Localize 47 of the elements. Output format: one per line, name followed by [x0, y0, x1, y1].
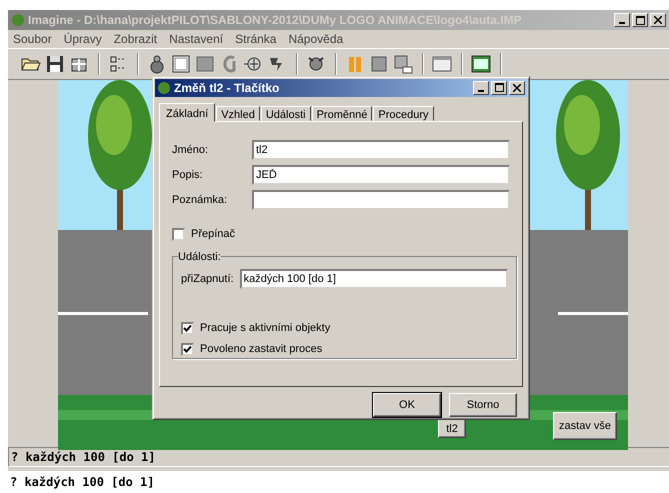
close-button[interactable] — [650, 13, 666, 27]
checkbox-label: Přepínač — [191, 228, 236, 240]
tab[interactable]: Základní — [159, 102, 216, 122]
group-title: Události: — [178, 250, 221, 263]
field-label: Poznámka: — [172, 194, 228, 206]
app-icon — [11, 13, 25, 27]
field-label: přiZapnutí: — [181, 272, 234, 285]
field-label: Popis: — [172, 168, 204, 181]
checkbox[interactable] — [181, 342, 194, 356]
maximize-icon — [494, 83, 504, 92]
tab[interactable]: Procedury — [373, 106, 434, 121]
checkbox-label: Pracuje s aktivními objekty — [200, 322, 330, 334]
menu-item[interactable]: Zobrazit — [114, 32, 158, 46]
maximize-icon — [636, 16, 644, 24]
canvas-button[interactable]: zastav vše — [553, 412, 617, 440]
menu-item[interactable]: Úpravy — [64, 32, 102, 46]
dialog-button[interactable]: Storno — [449, 393, 517, 417]
input-field[interactable]: každých 100 [do 1] — [240, 268, 508, 289]
checkbox-label: Povoleno zastavit proces — [200, 343, 322, 356]
minimize-icon — [619, 22, 625, 24]
tab[interactable]: Vzhled — [216, 106, 260, 121]
app-icon — [157, 80, 171, 95]
close-icon — [513, 84, 521, 92]
menu-item[interactable]: Nápověda — [288, 32, 344, 46]
tab[interactable]: Události — [260, 106, 311, 121]
output-text: ? každých 100 [do 1] — [8, 471, 669, 493]
field-label: Jméno: — [172, 144, 210, 156]
minimize-button[interactable] — [614, 13, 630, 27]
maximize-button[interactable] — [632, 13, 648, 27]
page-icon[interactable] — [470, 53, 492, 75]
menu-item[interactable]: Soubor — [13, 32, 52, 46]
minimize-button[interactable] — [473, 80, 489, 95]
checkbox[interactable] — [172, 228, 185, 241]
frame-icon[interactable] — [170, 53, 192, 75]
checkbox[interactable] — [181, 322, 194, 335]
dialog-title: Změň tl2 - Tlačítko — [174, 80, 280, 95]
input-field[interactable] — [252, 190, 510, 210]
menu-item[interactable]: Stránka — [235, 32, 276, 46]
maximize-button[interactable] — [491, 80, 507, 95]
minimize-icon — [478, 90, 484, 92]
close-icon — [654, 16, 662, 24]
floppy-icon[interactable] — [44, 53, 66, 75]
dialog-button[interactable]: OK — [373, 393, 441, 417]
close-button[interactable] — [509, 80, 525, 95]
input-field[interactable]: tl2 — [252, 140, 510, 160]
tab[interactable]: Proměnné — [312, 106, 372, 121]
menu-item[interactable]: Nastavení — [169, 32, 224, 46]
